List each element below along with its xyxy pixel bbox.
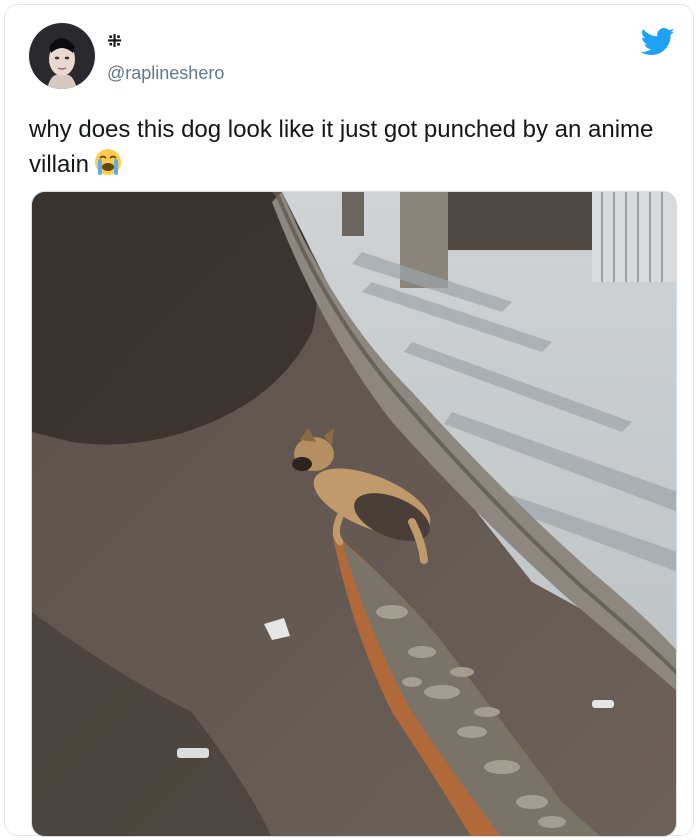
- user-handle[interactable]: @raplineshero: [107, 63, 224, 84]
- loudly-crying-face-emoji-icon: [93, 147, 123, 187]
- tweet-text: why does this dog look like it just got …: [29, 113, 669, 187]
- display-name: ⁜: [107, 31, 123, 51]
- twitter-bird-icon[interactable]: [640, 27, 675, 57]
- avatar[interactable]: [29, 23, 95, 89]
- tweet-photo[interactable]: [31, 191, 677, 837]
- tweet-card: ⁜ @raplineshero why does this dog look l…: [4, 4, 694, 837]
